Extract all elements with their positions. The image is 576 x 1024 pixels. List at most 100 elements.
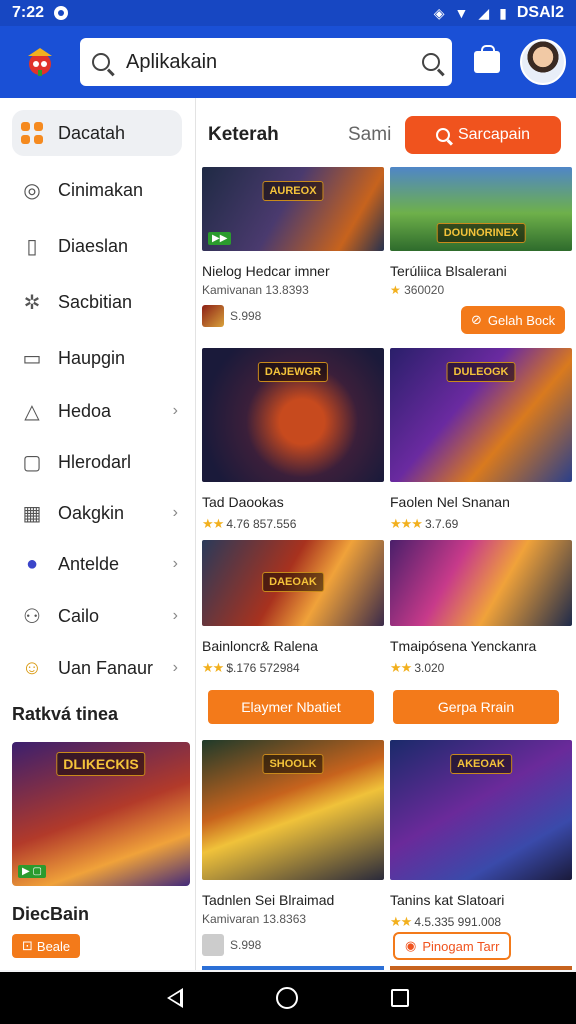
- game-logo: DAEOAK: [262, 572, 324, 592]
- game-thumbnail: SHOOLK: [202, 740, 384, 880]
- sidebar-item-label: Hedoa: [58, 400, 112, 421]
- game-subtitle: ★ 360020: [390, 283, 572, 297]
- game-subtitle: Kamivaran 13.8363: [202, 912, 307, 926]
- tag-icon: ⊘: [471, 312, 482, 327]
- game-logo: DAJEWGR: [257, 362, 329, 382]
- game-rating-value: 3.020: [414, 661, 445, 675]
- sidebar-item-8[interactable]: ● Antelde ›: [12, 541, 182, 587]
- sidebar-item-label: Oakgkin: [58, 502, 125, 523]
- sidebar-item-label: Hlerodarl: [58, 451, 132, 472]
- game-logo: AUREOX: [262, 181, 324, 201]
- game-logo: AKEOAK: [450, 754, 512, 774]
- action-button-left[interactable]: Elaymer Nbatiet: [208, 690, 374, 724]
- store-icon[interactable]: [474, 45, 500, 73]
- bell-icon: △: [24, 400, 40, 423]
- sidebar-item-3[interactable]: ✲ Sacbitian: [12, 279, 182, 325]
- sidebar-item-5[interactable]: △ Hedoa ›: [12, 388, 182, 434]
- sidebar-item-label: Antelde: [58, 553, 120, 574]
- game-rating-value: 4.5.335 991.008: [414, 915, 502, 929]
- game-card-3[interactable]: DULEOGK Faolen Nel Snanan ★★★ 3.7.69: [390, 348, 572, 532]
- get-button-label: Gelah Bock: [487, 312, 556, 328]
- signal-icon: ◢: [478, 4, 490, 21]
- game-thumbnail: AKEOAK: [390, 740, 572, 880]
- game-rating: ★★ 3.020: [390, 660, 572, 676]
- game-name: Tmaipósena Yenckanra: [390, 638, 537, 654]
- get-button[interactable]: ⊘ Gelah Bock: [461, 306, 566, 334]
- game-rating: ★★★ 3.7.69: [390, 516, 572, 532]
- game-name: Faolen Nel Snanan: [390, 494, 510, 510]
- promo-badge[interactable]: ⊡ Beale: [12, 934, 81, 958]
- recent-apps-icon[interactable]: [391, 989, 410, 1007]
- sidebar-item-label: Cinimakan: [58, 179, 144, 200]
- page-title: Keterah: [208, 124, 279, 145]
- star-icon: ★: [390, 283, 401, 297]
- next-card-edge: [390, 966, 572, 970]
- sidebar-item-label: Uan Fanaur: [58, 657, 154, 678]
- game-logo: SHOOLK: [262, 754, 324, 774]
- game-card-4[interactable]: DAEOAK Bainloncr& Ralena ★★ $.176 572984: [202, 540, 384, 676]
- game-card-1[interactable]: DOUNORINEX Terúliica Blsalerani ★ 360020: [390, 167, 572, 297]
- promo-title: DiecBain: [12, 904, 90, 924]
- promo-banner[interactable]: DLIKECKIS ▶ ▢: [12, 742, 190, 886]
- game-thumbnail: DOUNORINEX: [390, 167, 572, 251]
- action-button-right[interactable]: Gerpa Rrain: [393, 690, 559, 724]
- game-card-7[interactable]: AKEOAK Tanins kat Slatoari ★★ 4.5.335 991…: [390, 740, 572, 930]
- sidebar-item-9[interactable]: ⚇ Cailo ›: [12, 593, 182, 639]
- location-icon: ●: [25, 552, 39, 575]
- game-meta-value: S.998: [230, 938, 262, 952]
- calendar-icon: ▦: [22, 502, 42, 525]
- game-name: Tad Daookas: [202, 494, 284, 510]
- chevron-right-icon: ›: [172, 607, 178, 624]
- home-icon[interactable]: [275, 987, 298, 1009]
- game-rating: ★★ $.176 572984: [202, 660, 384, 676]
- chat-icon: ▢: [22, 451, 42, 474]
- game-thumbnail: [390, 540, 572, 626]
- game-rating-value: 3.7.69: [424, 517, 459, 531]
- section-title: Ratkvá tinea: [12, 704, 119, 724]
- avatar[interactable]: [520, 39, 566, 85]
- puzzle-icon: ✲: [23, 291, 41, 314]
- stars-icon: ★★: [202, 516, 224, 531]
- search-button-label: Sarcapain: [457, 126, 531, 143]
- game-thumbnail: DULEOGK: [390, 348, 572, 482]
- search-submit-icon[interactable]: [422, 53, 440, 71]
- game-rating: ★★ 4.76 857.556: [202, 516, 384, 532]
- sidebar-item-label: Sacbitian: [58, 291, 133, 312]
- search-icon: [435, 128, 450, 142]
- shield-icon: ◈: [433, 4, 445, 21]
- stars-icon: ★★★: [390, 516, 423, 531]
- game-mini-icon: [202, 934, 224, 956]
- sidebar-item-7[interactable]: ▦ Oakgkin ›: [12, 490, 182, 536]
- search-input[interactable]: Aplikakain: [80, 38, 452, 86]
- game-card-2[interactable]: DAJEWGR Tad Daookas ★★ 4.76 857.556: [202, 348, 384, 532]
- status-bar: 7:22 ◈ ▼ ◢ ▮ DSAl2: [0, 0, 576, 26]
- controller-icon: ▶ ▢: [18, 865, 46, 878]
- sidebar-item-10[interactable]: ☺ Uan Fanaur ›: [12, 645, 182, 691]
- sidebar-item-4[interactable]: ▭ Haupgin: [12, 335, 182, 381]
- sidebar-item-0[interactable]: Dacatah: [12, 110, 182, 156]
- sidebar-item-2[interactable]: ▯ Diaeslan: [12, 223, 182, 269]
- game-meta-value: S.998: [230, 309, 262, 323]
- search-icon: [92, 53, 110, 71]
- back-icon[interactable]: [166, 988, 183, 1008]
- smile-icon: ☺: [21, 656, 43, 679]
- game-card-0[interactable]: AUREOX ▶▶ Nielog Hedcar imner Kamivanan …: [202, 167, 384, 327]
- sidebar-item-1[interactable]: ◎ Cinimakan: [12, 167, 182, 213]
- sort-label[interactable]: Sami: [348, 124, 391, 146]
- main-content: Keterah Sami Sarcapain AUREOX ▶▶ Nielog …: [196, 98, 576, 970]
- game-card-6[interactable]: SHOOLK Tadnlen Sei Blraimad Kamivaran 13…: [202, 740, 384, 956]
- game-card-5[interactable]: Tmaipósena Yenckanra ★★ 3.020: [390, 540, 572, 676]
- install-button[interactable]: ◉ Pinogam Tarr: [393, 932, 512, 960]
- app-logo-icon[interactable]: [18, 40, 62, 84]
- grid-icon: [20, 121, 44, 145]
- search-button[interactable]: Sarcapain: [405, 116, 561, 154]
- game-thumbnail: DAJEWGR: [202, 348, 384, 482]
- sidebar-item-6[interactable]: ▢ Hlerodarl: [12, 439, 182, 485]
- game-rating: ★★ 4.5.335 991.008: [390, 914, 572, 930]
- download-icon: ◉: [405, 938, 417, 953]
- window-icon: ▭: [22, 347, 42, 370]
- install-button-label: Pinogam Tarr: [422, 938, 500, 954]
- promo-badge-label: Beale: [36, 938, 71, 954]
- game-logo: DOUNORINEX: [436, 223, 526, 243]
- compass-icon: ◎: [23, 179, 41, 202]
